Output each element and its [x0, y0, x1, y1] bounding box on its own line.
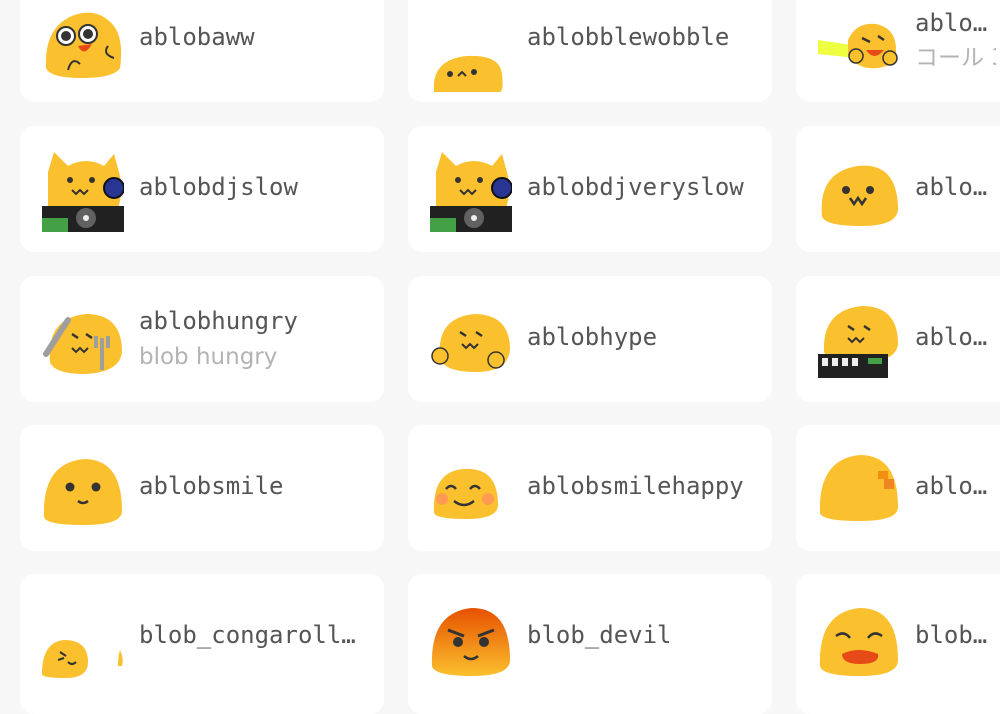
emoji-card[interactable]: ablobc コール 3 — [796, 0, 1000, 102]
emoji-card[interactable]: ablobaww — [20, 0, 384, 102]
emoji-card[interactable]: ablobhungry blob hungry — [20, 276, 384, 402]
blob-smile-happy-icon — [430, 449, 512, 531]
blob-wobble-icon — [430, 10, 512, 92]
emoji-shortcode: ablobhungry — [139, 307, 298, 335]
emoji-shortcode: ablobd — [915, 173, 996, 201]
blob-owo-icon — [818, 150, 900, 232]
blob-hype-icon — [430, 300, 512, 382]
blob-keyboard-icon — [818, 300, 900, 382]
emoji-card[interactable]: ablobblewobble — [408, 0, 772, 102]
emoji-shortcode: ablobblewobble — [527, 23, 730, 51]
emoji-shortcode: ablobaww — [139, 23, 255, 51]
blob-aww-icon — [42, 0, 124, 80]
emoji-card[interactable]: ablobhype — [408, 276, 772, 402]
emoji-card[interactable]: blob_d — [796, 574, 1000, 714]
emoji-shortcode: ablobdjslow — [139, 173, 298, 201]
emoji-shortcode: ablobhype — [527, 323, 658, 351]
emoji-shortcode: ablobc — [915, 9, 996, 37]
emoji-shortcode: ablobsmile — [139, 472, 284, 500]
emoji-alias: コール 3 — [915, 45, 996, 71]
emoji-shortcode: ablobk — [915, 323, 996, 351]
emoji-shortcode: blob_d — [915, 621, 996, 649]
blob-devil-icon — [430, 598, 512, 680]
emoji-shortcode: ablobdjveryslow — [527, 173, 744, 201]
blob-hungry-icon — [42, 300, 124, 382]
emoji-card[interactable]: ablobdjslow — [20, 126, 384, 252]
blob-cheer-icon — [818, 10, 900, 92]
emoji-card[interactable]: ablobsmilehappy — [408, 425, 772, 551]
blob-dj-icon — [430, 150, 512, 232]
emoji-card[interactable]: blob_congaroll… — [20, 574, 384, 714]
emoji-card[interactable]: ablobk — [796, 276, 1000, 402]
emoji-shortcode: blob_devil — [527, 621, 672, 649]
emoji-card[interactable]: blob_devil — [408, 574, 772, 714]
blob-smile-icon — [42, 449, 124, 531]
emoji-card[interactable]: ablob_ — [796, 425, 1000, 551]
blob-blush-icon — [818, 449, 900, 531]
blob-congaroll-icon — [42, 598, 124, 680]
emoji-shortcode: blob_congaroll… — [139, 621, 356, 649]
emoji-alias: blob hungry — [139, 344, 278, 370]
emoji-card[interactable]: ablobsmile — [20, 425, 384, 551]
blob-dj-icon — [42, 150, 124, 232]
emoji-shortcode: ablobsmilehappy — [527, 472, 744, 500]
blob-distressed-icon — [818, 598, 900, 680]
emoji-shortcode: ablob_ — [915, 472, 996, 500]
emoji-card[interactable]: ablobdjveryslow — [408, 126, 772, 252]
emoji-card[interactable]: ablobd — [796, 126, 1000, 252]
